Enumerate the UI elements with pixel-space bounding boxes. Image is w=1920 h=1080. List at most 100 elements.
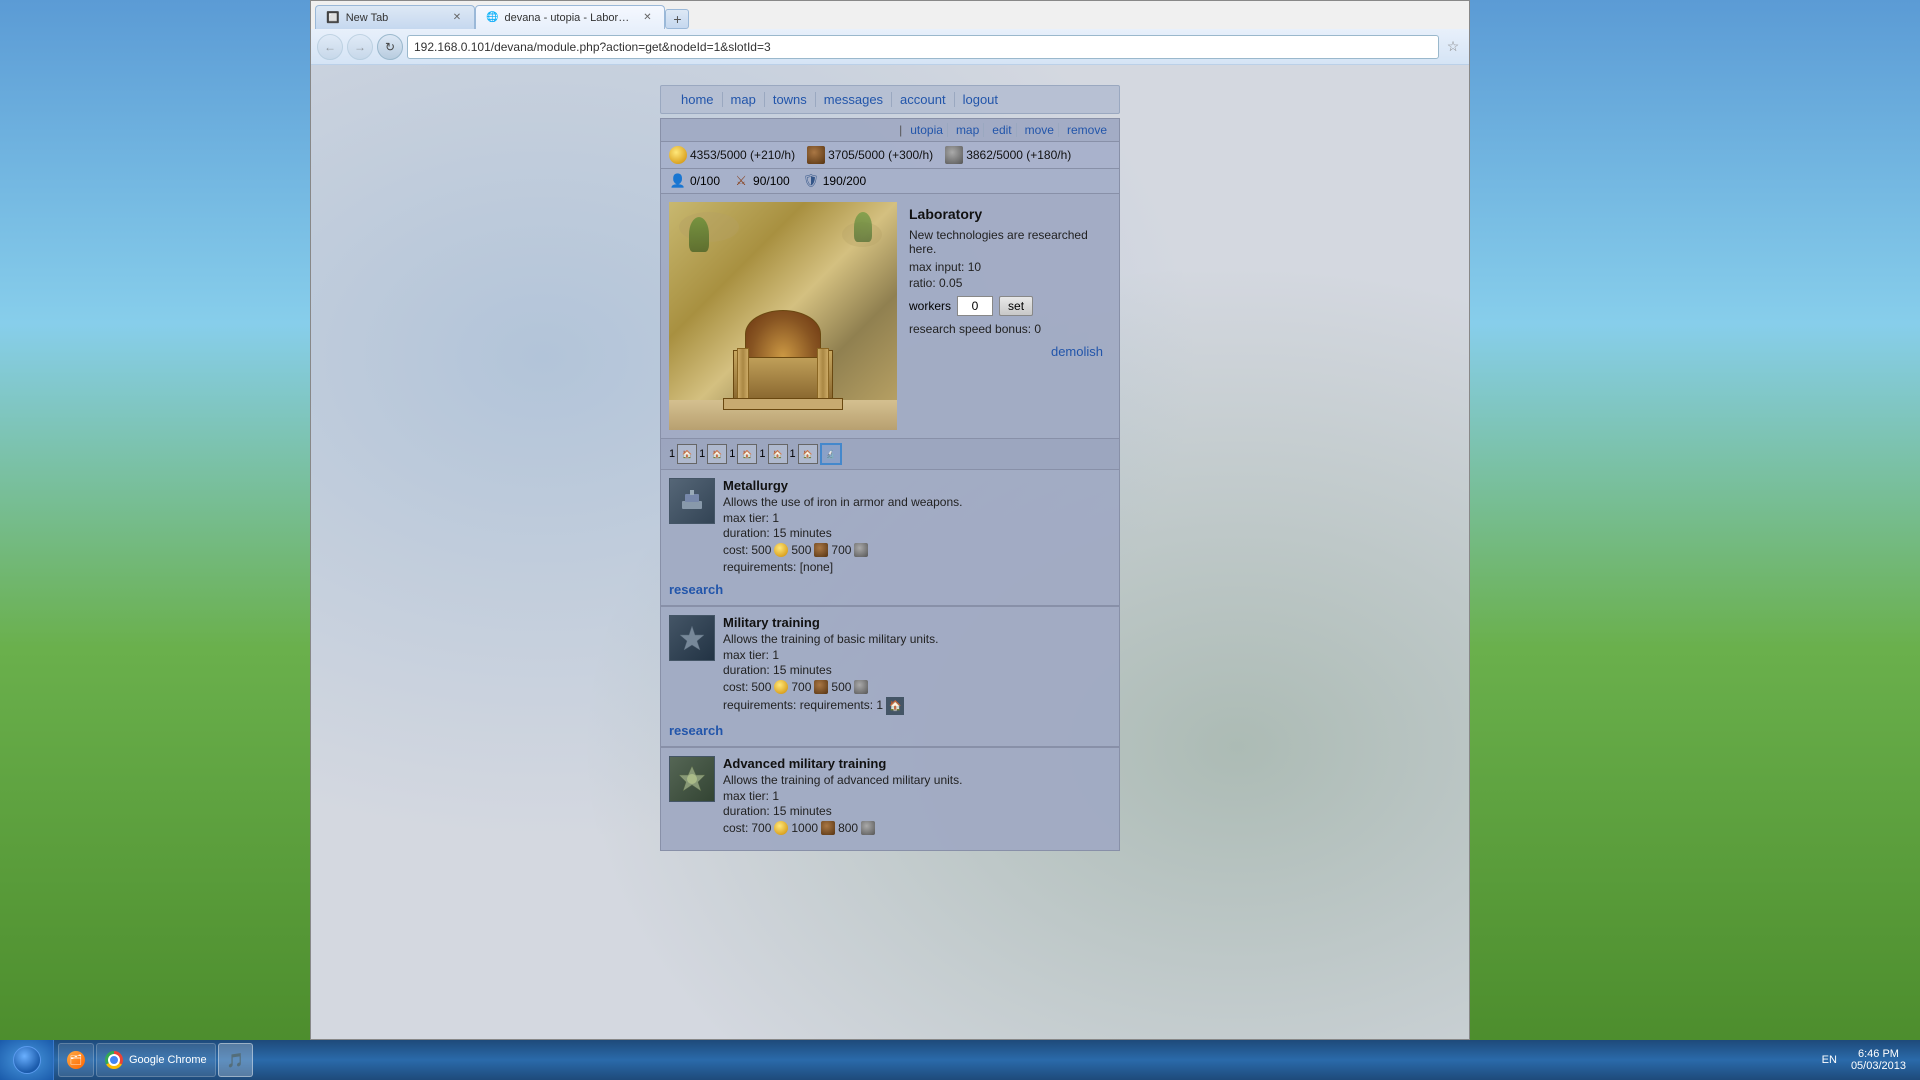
workers-input[interactable] [957,296,993,316]
tech-metallurgy-duration: duration: 15 minutes [723,526,1111,540]
forward-button[interactable]: → [347,34,373,60]
taskbar-chrome[interactable]: Google Chrome [96,1043,216,1077]
pop-value: 0/100 [690,174,720,188]
gold-resource: 4353/5000 (+210/h) [669,146,795,164]
taskbar-windows-explorer[interactable]: 🗂 [58,1043,94,1077]
tech-metallurgy-details: Metallurgy Allows the use of iron in arm… [723,478,1111,578]
slot-icon-active[interactable]: 🔬 [820,443,842,465]
tech-metallurgy-name: Metallurgy [723,478,1111,493]
tab-2-label: devana - utopia - Laborat... [504,12,634,24]
slot-icon-1[interactable]: 🏠 [677,444,697,464]
slot-icon-4[interactable]: 🏠 [768,444,788,464]
slot-number-4: 1 [759,448,765,460]
wood-value: 3705/5000 (+300/h) [828,148,933,162]
attack-value: 90/100 [753,174,790,188]
tray-clock: 6:46 PM 05/03/2013 [1845,1046,1912,1074]
demolish-link[interactable]: demolish [909,344,1107,359]
tech-adv-military-details: Advanced military training Allows the tr… [723,756,1111,838]
pop-stat: 👤 0/100 [669,172,720,190]
date-display: 05/03/2013 [1851,1060,1906,1072]
gold-value: 4353/5000 (+210/h) [690,148,795,162]
research-metallurgy-link[interactable]: research [669,582,723,597]
nav-map[interactable]: map [723,92,765,107]
tech-military-header: Military training Allows the training of… [669,615,1111,719]
chrome-icon [105,1051,123,1069]
page-content: home map towns messages account logout |… [311,65,1469,1039]
tab-1-label: New Tab [346,12,389,24]
tech-metallurgy-desc: Allows the use of iron in armor and weap… [723,495,1111,509]
taskbar-media-player[interactable]: 🎵 [218,1043,253,1077]
tech-military-duration: duration: 15 minutes [723,663,1111,677]
adv-military-cost-stone: 800 [838,821,858,835]
metallurgy-cost-gold: 500 [751,543,771,557]
taskbar-tray: EN 6:46 PM 05/03/2013 [1810,1046,1920,1074]
building-info: Laboratory New technologies are research… [905,202,1111,430]
military-icon [669,615,715,661]
action-move[interactable]: move [1021,123,1059,137]
tab-2-close[interactable]: ✕ [640,11,654,25]
browser-window: 🔲 New Tab ✕ 🌐 devana - utopia - Laborat.… [310,0,1470,1040]
adv-military-cost-wood: 1000 [791,821,818,835]
attack-stat: ⚔ 90/100 [732,172,790,190]
wood-resource: 3705/5000 (+300/h) [807,146,933,164]
req-icon-military: 🏠 [886,697,904,715]
set-workers-button[interactable]: set [999,296,1033,316]
reload-button[interactable]: ↻ [377,34,403,60]
slot-number-3: 1 [729,448,735,460]
slot-icon-3[interactable]: 🏠 [737,444,757,464]
nav-account[interactable]: account [892,92,955,107]
language-indicator: EN [1818,1052,1841,1068]
nav-towns[interactable]: towns [765,92,816,107]
slot-icon-2[interactable]: 🏠 [707,444,727,464]
building-image [669,202,897,430]
building-max-input: max input: 10 [909,260,1107,274]
building-section: Laboratory New technologies are research… [661,194,1119,439]
defense-icon: 🛡 [802,172,820,190]
tab-1-close[interactable]: ✕ [450,11,464,25]
speed-bonus: research speed bonus: 0 [909,322,1107,336]
back-button[interactable]: ← [317,34,343,60]
time-display: 6:46 PM [1851,1048,1906,1060]
nav-home[interactable]: home [673,92,723,107]
population-icon: 👤 [669,172,687,190]
action-remove[interactable]: remove [1063,123,1111,137]
military-cost-wood: 700 [791,680,811,694]
research-military-link[interactable]: research [669,723,723,738]
tech-metallurgy-req: requirements: [none] [723,560,1111,574]
desktop: 🔲 New Tab ✕ 🌐 devana - utopia - Laborat.… [0,0,1920,1080]
tab-1[interactable]: 🔲 New Tab ✕ [315,5,475,29]
nav-messages[interactable]: messages [816,92,892,107]
wood-icon [807,146,825,164]
tech-adv-military-duration: duration: 15 minutes [723,804,1111,818]
building-ratio: ratio: 0.05 [909,276,1107,290]
metallurgy-icon [669,478,715,524]
adv-military-stone-icon [861,821,875,835]
adv-military-icon [669,756,715,802]
gold-icon [669,146,687,164]
action-edit[interactable]: edit [988,123,1016,137]
slot-icon-5[interactable]: 🏠 [798,444,818,464]
military-wood-icon [814,680,828,694]
resources-bar: 4353/5000 (+210/h) 3705/5000 (+300/h) 38… [661,142,1119,169]
taskbar: 🗂 Google Chrome 🎵 EN 6:46 PM 05/03/2013 [0,1040,1920,1080]
new-tab-button[interactable]: + [665,9,689,29]
metallurgy-stone-icon [854,543,868,557]
stone-resource: 3862/5000 (+180/h) [945,146,1071,164]
attack-icon: ⚔ [732,172,750,190]
slots-row: 1 🏠 1 🏠 1 🏠 1 🏠 1 🏠 🔬 [661,439,1119,470]
url-text: 192.168.0.101/devana/module.php?action=g… [414,40,771,54]
bookmark-star[interactable]: ☆ [1443,37,1463,57]
address-bar[interactable]: 192.168.0.101/devana/module.php?action=g… [407,35,1439,59]
game-container: home map towns messages account logout |… [660,85,1120,851]
tab-2[interactable]: 🌐 devana - utopia - Laborat... ✕ [475,5,665,29]
action-utopia[interactable]: utopia [906,123,948,137]
tech-military: Military training Allows the training of… [661,607,1119,747]
action-map[interactable]: map [952,123,984,137]
adv-military-cost-gold: 700 [751,821,771,835]
tech-adv-military-desc: Allows the training of advanced military… [723,773,1111,787]
military-stone-icon [854,680,868,694]
nav-logout[interactable]: logout [955,92,1006,107]
start-button[interactable] [0,1040,54,1080]
adv-military-gold-icon [774,821,788,835]
tech-metallurgy-cost: cost: 500 500 700 [723,543,1111,557]
